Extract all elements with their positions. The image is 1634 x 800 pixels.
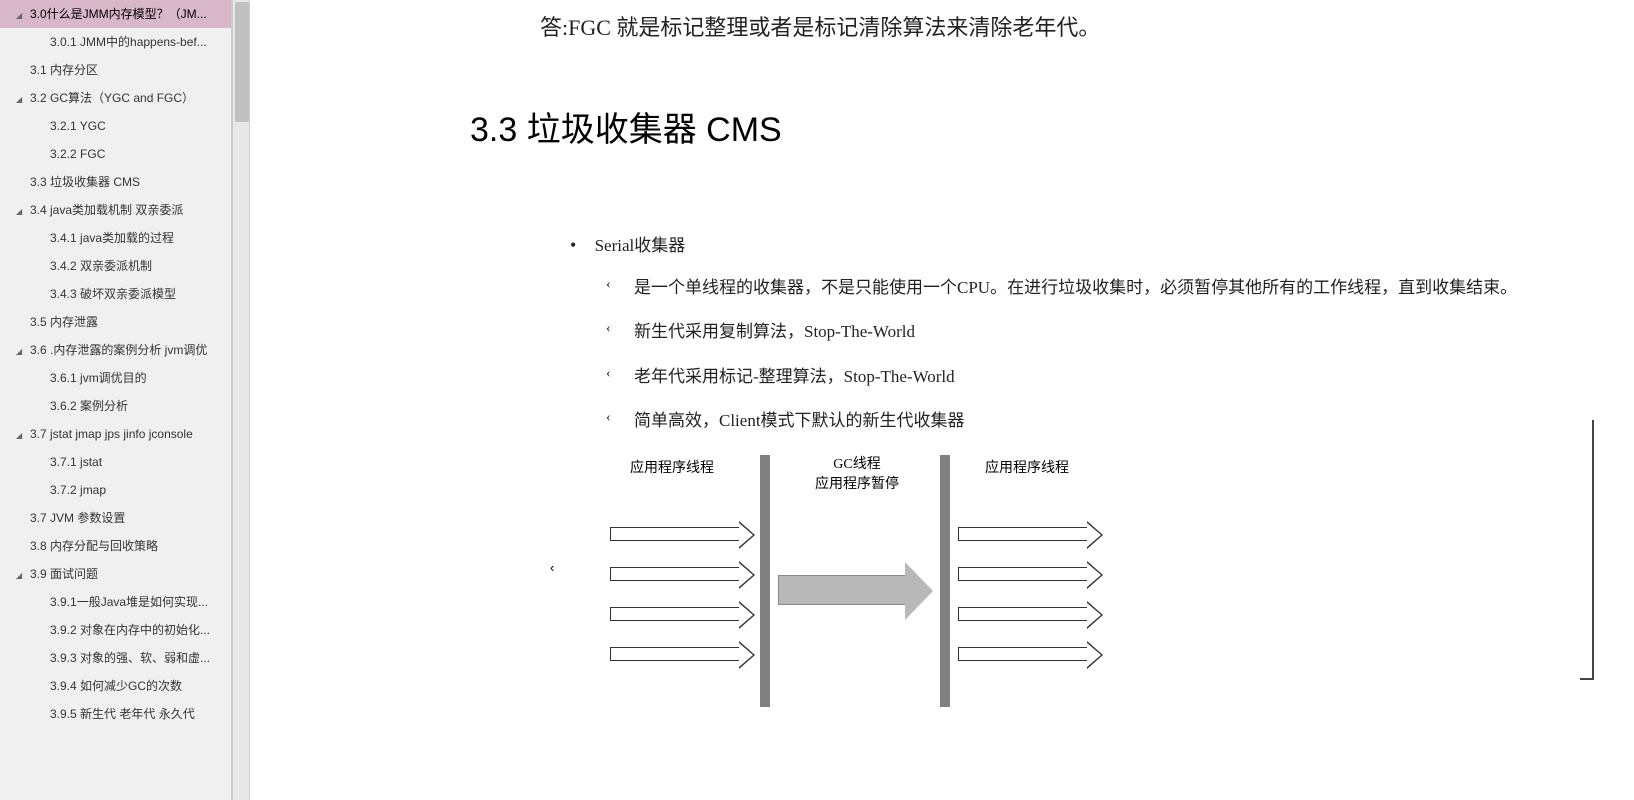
toc-item[interactable]: 3.6.1 jvm调优目的: [0, 364, 231, 392]
serial-collector-diagram: 应用程序线程 GC线程 应用程序暂停 应用程序线程: [600, 455, 1200, 715]
toc-item[interactable]: 3.7 jstat jmap jps jinfo jconsole: [0, 420, 231, 448]
diagram-left-label: 应用程序线程: [630, 459, 714, 479]
scrollbar-thumb[interactable]: [235, 2, 249, 122]
gc-thread-arrow: [778, 575, 906, 605]
toc-item[interactable]: 3.9.1一般Java堆是如何实现...: [0, 588, 231, 616]
toc-item[interactable]: 3.4.1 java类加载的过程: [0, 224, 231, 252]
toc-item[interactable]: 3.6.2 案例分析: [0, 392, 231, 420]
toc-item[interactable]: 3.0.1 JMM中的happens-bef...: [0, 28, 231, 56]
gc-thread-label: GC线程: [833, 457, 880, 472]
toc-item[interactable]: 3.4 java类加载机制 双亲委派: [0, 196, 231, 224]
app-thread-arrow: [958, 607, 1088, 621]
bullet-title-text: Serial收集器: [595, 236, 686, 255]
toc-item[interactable]: 3.2.1 YGC: [0, 112, 231, 140]
app-thread-arrow: [610, 527, 740, 541]
barrier-right: [940, 455, 950, 707]
diagram-mid-label: GC线程 应用程序暂停: [815, 455, 899, 494]
app-thread-arrow: [958, 527, 1088, 541]
toc-item[interactable]: 3.1 内存分区: [0, 56, 231, 84]
document-content: 答:FGC 就是标记整理或者是标记清除算法来清除老年代。 3.3 垃圾收集器 C…: [250, 0, 1634, 800]
toc-item[interactable]: 3.2 GC算法（YGC and FGC）: [0, 84, 231, 112]
toc-item[interactable]: 3.9 面试问题: [0, 560, 231, 588]
toc-item[interactable]: 3.3 垃圾收集器 CMS: [0, 168, 231, 196]
bullet-section: Serial收集器 是一个单线程的收集器，不是只能使用一个CPU。在进行垃圾收集…: [570, 231, 1634, 437]
toc-item[interactable]: 3.9.2 对象在内存中的初始化...: [0, 616, 231, 644]
toc-item[interactable]: 3.6 .内存泄露的案例分析 jvm调优: [0, 336, 231, 364]
app-thread-arrow: [958, 567, 1088, 581]
sub-bullet: 是一个单线程的收集器，不是只能使用一个CPU。在进行垃圾收集时，必须暂停其他所有…: [606, 272, 1634, 304]
toc-item[interactable]: 3.0什么是JMM内存模型？（JM...: [0, 0, 231, 28]
toc-item[interactable]: 3.9.3 对象的强、软、弱和虚...: [0, 644, 231, 672]
toc-item[interactable]: 3.7 JVM 参数设置: [0, 504, 231, 532]
toc-item[interactable]: 3.4.2 双亲委派机制: [0, 252, 231, 280]
toc-item[interactable]: 3.9.4 如何减少GC的次数: [0, 672, 231, 700]
corner-mark: [1580, 420, 1594, 680]
toc-sidebar[interactable]: 3.0什么是JMM内存模型？（JM...3.0.1 JMM中的happens-b…: [0, 0, 232, 800]
barrier-left: [760, 455, 770, 707]
answer-text: 答:FGC 就是标记整理或者是标记清除算法来清除老年代。: [540, 10, 1634, 42]
pause-label: 应用程序暂停: [815, 477, 899, 492]
app-thread-arrow: [958, 647, 1088, 661]
scrollbar[interactable]: [232, 0, 250, 800]
app-thread-arrow: [610, 607, 740, 621]
toc-item[interactable]: 3.8 内存分配与回收策略: [0, 532, 231, 560]
toc-item[interactable]: 3.7.1 jstat: [0, 448, 231, 476]
toc-item[interactable]: 3.9.5 新生代 老年代 永久代: [0, 700, 231, 728]
toc-item[interactable]: 3.5 内存泄露: [0, 308, 231, 336]
toc-item[interactable]: 3.7.2 jmap: [0, 476, 231, 504]
side-marker: ‹: [550, 560, 554, 575]
bullet-title: Serial收集器: [570, 231, 1634, 256]
toc-item[interactable]: 3.2.2 FGC: [0, 140, 231, 168]
section-heading: 3.3 垃圾收集器 CMS: [470, 102, 1634, 151]
sub-bullet: 简单高效，Client模式下默认的新生代收集器: [606, 405, 1634, 437]
diagram-right-label: 应用程序线程: [985, 459, 1069, 479]
toc-item[interactable]: 3.4.3 破坏双亲委派模型: [0, 280, 231, 308]
sub-bullet: 新生代采用复制算法，Stop-The-World: [606, 316, 1634, 348]
sub-bullet: 老年代采用标记-整理算法，Stop-The-World: [606, 361, 1634, 393]
app-thread-arrow: [610, 647, 740, 661]
sub-bullets: 是一个单线程的收集器，不是只能使用一个CPU。在进行垃圾收集时，必须暂停其他所有…: [606, 272, 1634, 437]
app-thread-arrow: [610, 567, 740, 581]
